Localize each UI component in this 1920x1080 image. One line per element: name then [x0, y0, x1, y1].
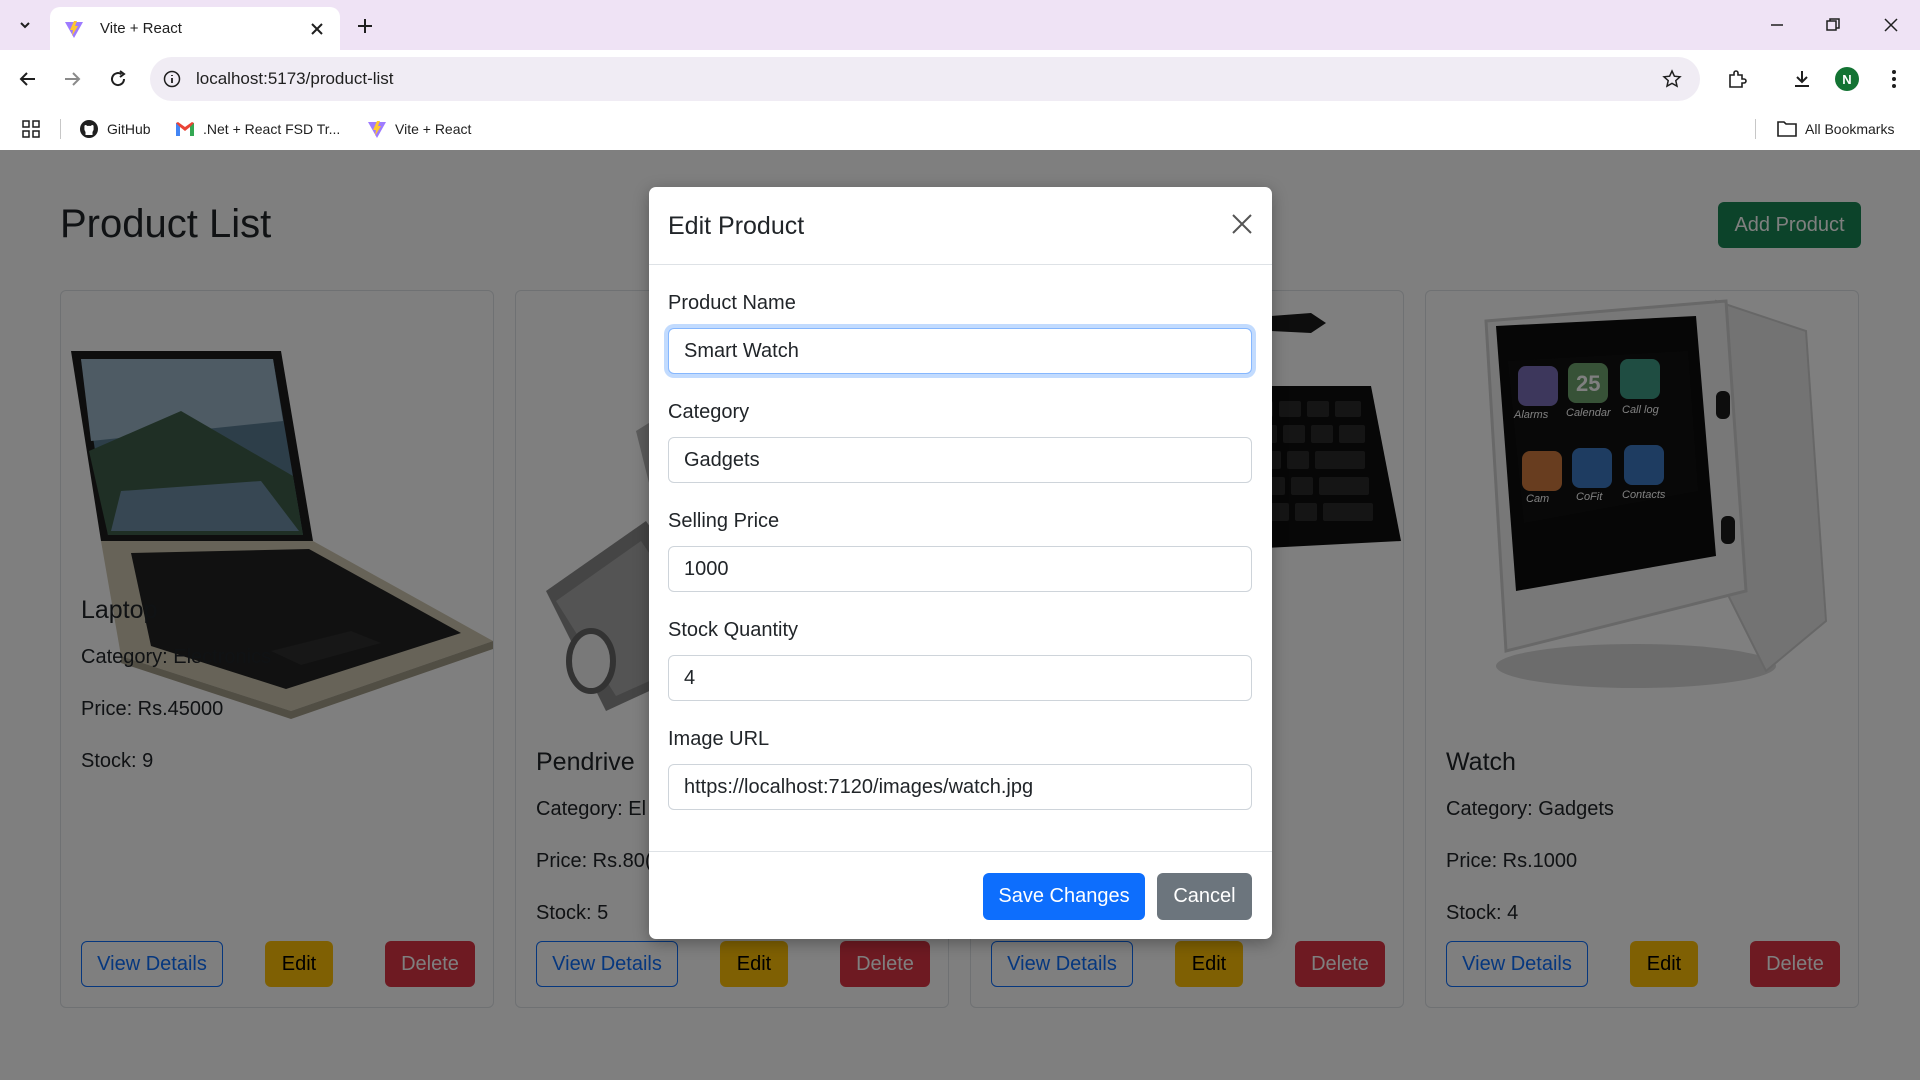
- window-close-icon[interactable]: [1878, 12, 1904, 38]
- download-icon[interactable]: [1788, 65, 1816, 93]
- tab-title: Vite + React: [100, 20, 182, 37]
- url-text[interactable]: localhost:5173/product-list: [196, 69, 394, 89]
- gmail-icon: [176, 122, 194, 136]
- page-content: Product List Add Product Laptop Category…: [0, 150, 1920, 1080]
- browser-toolbar: localhost:5173/product-list N: [0, 50, 1920, 108]
- cancel-button[interactable]: Cancel: [1157, 873, 1252, 920]
- github-icon: [80, 120, 98, 138]
- bookmark-star-icon[interactable]: [1660, 67, 1684, 91]
- browser-tab[interactable]: Vite + React: [50, 7, 340, 50]
- extensions-puzzle-icon[interactable]: [1723, 65, 1751, 93]
- tab-search-chevron-icon[interactable]: [10, 11, 40, 39]
- image-url-input[interactable]: [668, 764, 1252, 810]
- bookmark-label: GitHub: [107, 121, 151, 137]
- vite-icon: [65, 20, 83, 38]
- folder-icon: [1777, 121, 1797, 137]
- tab-strip: Vite + React: [0, 0, 1920, 50]
- bookmarks-divider: [1755, 119, 1756, 139]
- bookmark-label: Vite + React: [395, 121, 472, 137]
- forward-arrow-icon[interactable]: [58, 65, 86, 93]
- more-menu-icon[interactable]: [1880, 65, 1908, 93]
- new-tab-plus-icon[interactable]: [352, 13, 378, 39]
- selling-price-input[interactable]: [668, 546, 1252, 592]
- site-info-icon[interactable]: [160, 67, 184, 91]
- all-bookmarks-label: All Bookmarks: [1805, 121, 1895, 137]
- save-changes-button[interactable]: Save Changes: [983, 873, 1145, 920]
- bookmarks-bar: GitHub .Net + React FSD Tr... Vite + Rea…: [0, 108, 1920, 150]
- category-label: Category: [668, 401, 750, 423]
- close-icon[interactable]: [1227, 209, 1257, 239]
- product-name-label: Product Name: [668, 292, 796, 314]
- stock-quantity-input[interactable]: [668, 655, 1252, 701]
- reload-icon[interactable]: [104, 65, 132, 93]
- image-url-label: Image URL: [668, 728, 770, 750]
- product-name-input[interactable]: [668, 328, 1252, 374]
- selling-price-label: Selling Price: [668, 510, 780, 532]
- modal-footer: Save Changes Cancel: [649, 851, 1272, 939]
- minimize-icon[interactable]: [1764, 12, 1790, 38]
- edit-product-modal: Edit Product Product Name Category Selli…: [649, 187, 1272, 939]
- bookmark-github[interactable]: GitHub: [79, 117, 151, 141]
- vite-icon: [368, 121, 386, 138]
- profile-avatar[interactable]: N: [1835, 67, 1859, 91]
- stock-quantity-label: Stock Quantity: [668, 619, 799, 641]
- apps-grid-icon[interactable]: [20, 118, 42, 140]
- bookmark-label: .Net + React FSD Tr...: [203, 121, 341, 137]
- restore-icon[interactable]: [1820, 12, 1846, 38]
- all-bookmarks[interactable]: All Bookmarks: [1777, 117, 1894, 141]
- modal-header: Edit Product: [649, 187, 1272, 265]
- bookmarks-divider: [60, 119, 61, 139]
- category-input[interactable]: [668, 437, 1252, 483]
- tab-close-icon[interactable]: [308, 20, 326, 38]
- address-bar[interactable]: localhost:5173/product-list: [150, 57, 1700, 101]
- modal-title: Edit Product: [668, 212, 805, 240]
- bookmark-gmail[interactable]: .Net + React FSD Tr...: [175, 117, 340, 141]
- bookmark-vite[interactable]: Vite + React: [367, 117, 471, 141]
- back-arrow-icon[interactable]: [14, 65, 42, 93]
